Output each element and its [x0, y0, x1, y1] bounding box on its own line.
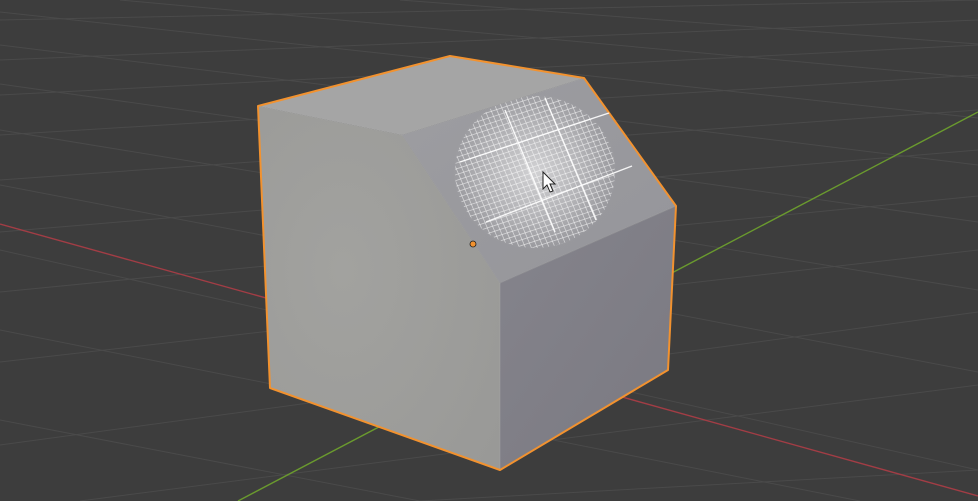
object-origin-dot — [469, 240, 477, 248]
3d-viewport[interactable] — [0, 0, 978, 501]
viewport-canvas[interactable] — [0, 0, 978, 501]
cube-mesh[interactable] — [257, 55, 677, 471]
